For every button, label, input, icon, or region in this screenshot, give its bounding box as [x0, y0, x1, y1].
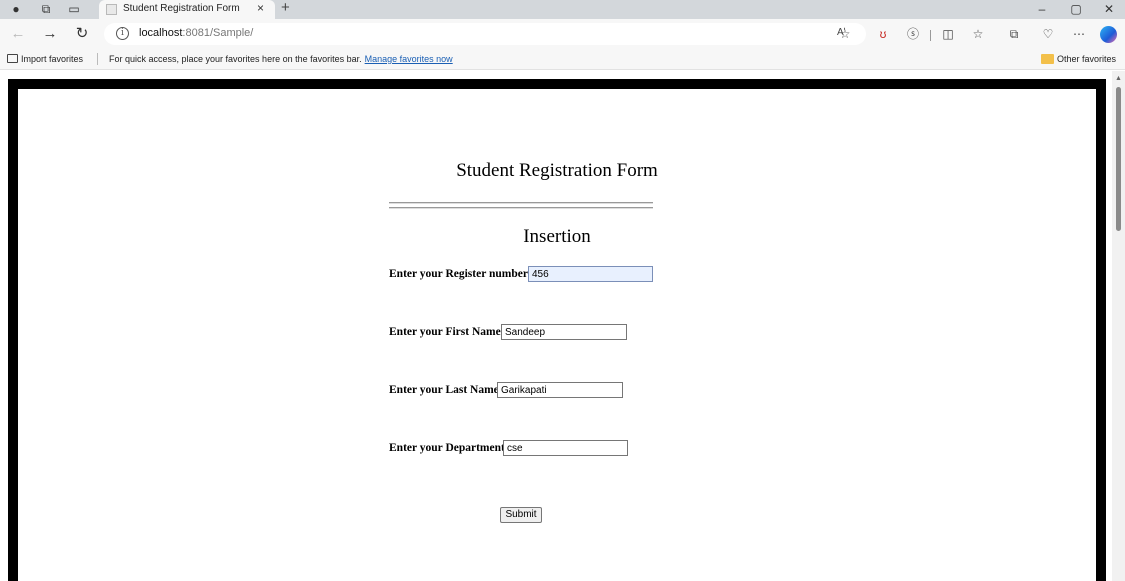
folder-icon [1041, 54, 1054, 64]
title-divider-top [389, 202, 653, 204]
first-name-input[interactable] [501, 324, 627, 340]
favorites-separator [97, 53, 98, 65]
new-tab-button[interactable]: + [281, 0, 290, 16]
page-title: Student Registration Form [456, 160, 658, 181]
url-text[interactable]: localhost:8081/Sample/ [139, 27, 253, 39]
other-favorites-button[interactable]: Other favorites [1057, 54, 1116, 64]
tab-close-icon[interactable]: × [257, 1, 264, 15]
manage-favorites-link[interactable]: Manage favorites now [365, 54, 453, 64]
register-number-input[interactable] [528, 266, 653, 282]
toolbar-separator [930, 30, 931, 41]
forward-arrow-icon[interactable]: → [40, 25, 60, 43]
page-scrollbar[interactable]: ▲ [1112, 71, 1125, 581]
url-path: :8081/Sample/ [182, 27, 254, 39]
last-name-input[interactable] [497, 382, 623, 398]
favorites-icon[interactable]: ☆ [969, 26, 987, 42]
info-icon[interactable]: i [116, 27, 129, 40]
import-icon[interactable] [7, 54, 18, 63]
copilot-icon[interactable] [1100, 26, 1117, 43]
last-name-label: Enter your Last Name: [389, 384, 503, 396]
page-favicon-icon [106, 4, 117, 15]
page-border: Student Registration Form Insertion Ente… [8, 79, 1106, 581]
profile-icon[interactable]: ● [8, 2, 24, 17]
tab-actions-icon[interactable]: ▭ [66, 2, 82, 17]
restore-button[interactable]: ▢ [1066, 2, 1086, 16]
extensions-icon[interactable]: ⓢ [904, 26, 922, 42]
workspaces-icon[interactable]: ⧉ [38, 2, 54, 17]
page-viewport: Student Registration Form Insertion Ente… [0, 71, 1125, 581]
performance-icon[interactable]: ♡ [1039, 26, 1057, 42]
register-number-label: Enter your Register number: [389, 268, 532, 280]
favorites-bar: Import favorites For quick access, place… [0, 49, 1125, 70]
title-divider-bottom [389, 207, 653, 209]
submit-button[interactable]: Submit [500, 507, 542, 523]
browser-tab[interactable]: Student Registration Form × [99, 0, 275, 19]
tab-title: Student Registration Form [123, 3, 240, 14]
import-favorites-button[interactable]: Import favorites [21, 54, 83, 64]
section-title: Insertion [523, 226, 591, 247]
close-window-button[interactable]: ✕ [1099, 2, 1119, 16]
minimize-button[interactable]: – [1032, 2, 1052, 16]
address-bar[interactable]: i localhost:8081/Sample/ Aʹ [104, 23, 866, 45]
favorites-hint: For quick access, place your favorites h… [109, 54, 453, 64]
registration-page: Student Registration Form Insertion Ente… [18, 89, 1096, 581]
favorites-hint-text: For quick access, place your favorites h… [109, 54, 362, 64]
pdf-extension-icon[interactable]: ʊ [874, 26, 892, 42]
department-label: Enter your Department: [389, 442, 509, 454]
star-icon[interactable]: ☆ [836, 26, 854, 42]
scrollbar-thumb[interactable] [1116, 87, 1121, 231]
browser-toolbar: ← → ↻ i localhost:8081/Sample/ Aʹ ☆ ʊ ⓢ … [0, 19, 1125, 49]
split-screen-icon[interactable]: ◫ [939, 26, 957, 42]
collections-icon[interactable]: ⧉ [1005, 26, 1023, 42]
department-input[interactable] [503, 440, 628, 456]
refresh-icon[interactable]: ↻ [72, 25, 92, 43]
more-icon[interactable]: ⋯ [1070, 26, 1088, 42]
first-name-label: Enter your First Name: [389, 326, 505, 338]
scroll-up-icon[interactable]: ▲ [1115, 75, 1122, 82]
url-host: localhost [139, 27, 183, 39]
tab-strip: ● ⧉ ▭ Student Registration Form × + – ▢ … [0, 0, 1125, 19]
back-arrow-icon[interactable]: ← [8, 25, 28, 43]
